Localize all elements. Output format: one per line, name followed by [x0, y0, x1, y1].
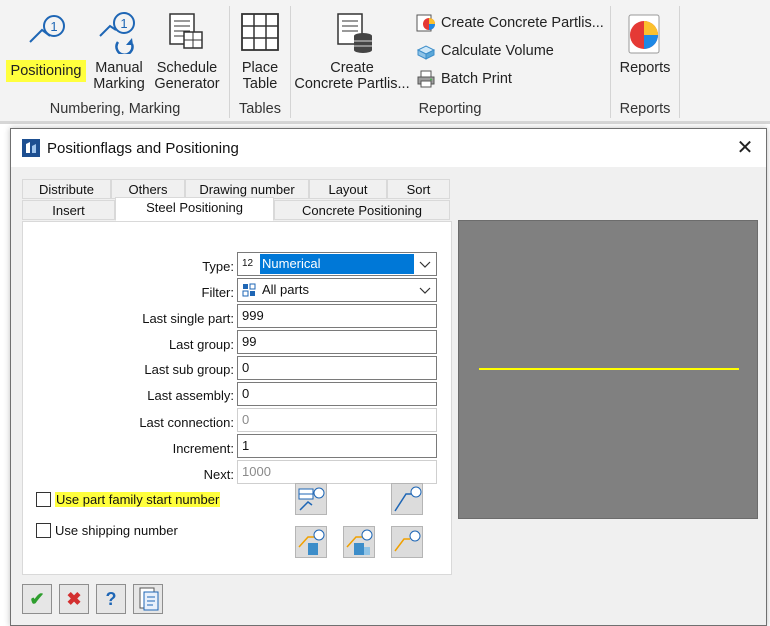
favorites-file-icon — [139, 587, 159, 611]
place-table-label-2: Table — [242, 76, 278, 92]
use-part-family-label[interactable]: Use part family start number — [55, 492, 221, 507]
ribbon-separator — [290, 6, 291, 118]
tab-distribute[interactable]: Distribute — [22, 179, 111, 199]
reports-group-label: Reports — [619, 101, 671, 117]
ribbon: 1 Positioning 1 Manual Marking Schedule … — [0, 0, 770, 124]
last-assembly-label: Last assembly: — [147, 388, 234, 403]
reports-pie-icon — [628, 14, 660, 54]
manual-marking-label-1: Manual — [95, 60, 143, 76]
manual-marking-label-2: Marking — [93, 76, 145, 92]
schedule-generator-label-2: Generator — [154, 76, 220, 92]
partlist-database-icon — [337, 13, 372, 53]
dialog-title: Positionflags and Positioning — [47, 140, 239, 157]
batch-print-button[interactable]: Batch Print — [416, 68, 606, 90]
schedule-generator-icon — [169, 13, 203, 49]
position-assembly-icon[interactable] — [343, 526, 375, 558]
favorites-button[interactable] — [133, 584, 163, 614]
app-logo-icon — [22, 139, 40, 157]
close-button[interactable]: ✕ — [729, 135, 761, 161]
position-connection-icon[interactable] — [391, 526, 423, 558]
tab-drawing-number[interactable]: Drawing number — [185, 179, 309, 199]
chevron-down-icon — [419, 287, 431, 294]
filter-label: Filter: — [201, 285, 235, 300]
use-part-family-checkbox[interactable] — [36, 492, 51, 507]
chevron-down-icon — [419, 261, 431, 268]
tab-sort[interactable]: Sort — [387, 179, 450, 199]
svg-text:1: 1 — [120, 16, 127, 31]
filter-value: All parts — [262, 282, 309, 297]
last-sub-group-label: Last sub group: — [144, 362, 234, 377]
numbering-group-label: Numbering, Marking — [49, 101, 181, 117]
positioning-button[interactable]: 1 Positioning — [4, 4, 88, 98]
calculate-volume-label: Calculate Volume — [441, 43, 554, 59]
increment-input[interactable]: 1 — [237, 434, 437, 458]
tab-concrete-positioning[interactable]: Concrete Positioning — [274, 200, 450, 220]
volume-icon — [416, 45, 436, 60]
last-sub-group-input[interactable]: 0 — [237, 356, 437, 380]
type-value: Numerical — [260, 254, 414, 274]
reporting-group-label: Reporting — [418, 101, 482, 117]
tab-insert[interactable]: Insert — [22, 200, 115, 220]
preview-pane — [458, 220, 758, 519]
create-partlist-label-2: Concrete Partlis... — [294, 76, 410, 92]
next-label: Next: — [203, 467, 234, 482]
last-connection-input: 0 — [237, 408, 437, 432]
colored-report-icon — [416, 14, 435, 32]
ribbon-separator — [679, 6, 680, 118]
create-concrete-partlist-small-button[interactable]: Create Concrete Partlis... — [416, 12, 606, 34]
ribbon-separator — [610, 6, 611, 118]
tables-group-label: Tables — [239, 101, 281, 117]
printer-icon — [417, 70, 435, 88]
use-shipping-number-label: Use shipping number — [55, 523, 178, 538]
tab-others[interactable]: Others — [111, 179, 185, 199]
place-table-label-1: Place — [241, 60, 279, 76]
reports-button[interactable]: Reports — [614, 4, 676, 98]
schedule-generator-label-1: Schedule — [156, 60, 218, 76]
last-single-part-label: Last single part: — [142, 311, 234, 326]
tab-steel-positioning[interactable]: Steel Positioning — [115, 197, 274, 221]
steel-positioning-panel: Type: Filter: Last single part: Last gro… — [22, 221, 452, 575]
increment-label: Increment: — [172, 441, 234, 456]
positioning-icon: 1 — [29, 15, 65, 43]
numeric-type-icon: 12 — [242, 258, 254, 269]
manual-marking-button[interactable]: 1 Manual Marking — [90, 4, 148, 98]
place-table-button[interactable]: Place Table — [232, 4, 288, 98]
position-from-table-icon[interactable] — [295, 483, 327, 515]
cancel-button[interactable]: ✖ — [59, 584, 89, 614]
create-concrete-partlist-button[interactable]: Create Concrete Partlis... — [294, 4, 410, 98]
last-connection-label: Last connection: — [139, 415, 234, 430]
tab-layout[interactable]: Layout — [309, 179, 387, 199]
type-label: Type: — [202, 259, 234, 274]
position-line-icon[interactable] — [391, 483, 423, 515]
reports-label: Reports — [619, 60, 671, 76]
last-single-part-input[interactable]: 999 — [237, 304, 437, 328]
use-shipping-number-checkbox[interactable] — [36, 523, 51, 538]
last-group-label: Last group: — [168, 337, 234, 352]
positioning-label: Positioning — [6, 60, 86, 82]
filter-select[interactable]: All parts — [237, 278, 437, 302]
ok-button[interactable]: ✔ — [22, 584, 52, 614]
field-labels: Type: Filter: Last single part: Last gro… — [23, 222, 234, 574]
dialog-titlebar[interactable]: Positionflags and Positioning ✕ — [11, 129, 766, 167]
ribbon-border — [0, 121, 770, 124]
last-group-input[interactable]: 99 — [237, 330, 437, 354]
type-select[interactable]: 12 Numerical — [237, 252, 437, 276]
help-button[interactable]: ? — [96, 584, 126, 614]
positioning-dialog: Positionflags and Positioning ✕ Distribu… — [10, 128, 767, 626]
manual-marking-icon: 1 — [99, 12, 135, 54]
schedule-generator-button[interactable]: Schedule Generator — [150, 4, 224, 98]
next-input: 1000 — [237, 460, 437, 484]
create-partlist-small-label: Create Concrete Partlis... — [441, 15, 604, 31]
preview-line — [479, 368, 739, 370]
svg-text:1: 1 — [50, 19, 57, 34]
create-partlist-label-1: Create — [330, 60, 374, 76]
calculate-volume-button[interactable]: Calculate Volume — [416, 40, 606, 62]
position-part-icon[interactable] — [295, 526, 327, 558]
last-assembly-input[interactable]: 0 — [237, 382, 437, 406]
batch-print-label: Batch Print — [441, 71, 512, 87]
table-icon — [241, 13, 279, 51]
parts-filter-icon — [242, 283, 256, 297]
ribbon-separator — [229, 6, 230, 118]
